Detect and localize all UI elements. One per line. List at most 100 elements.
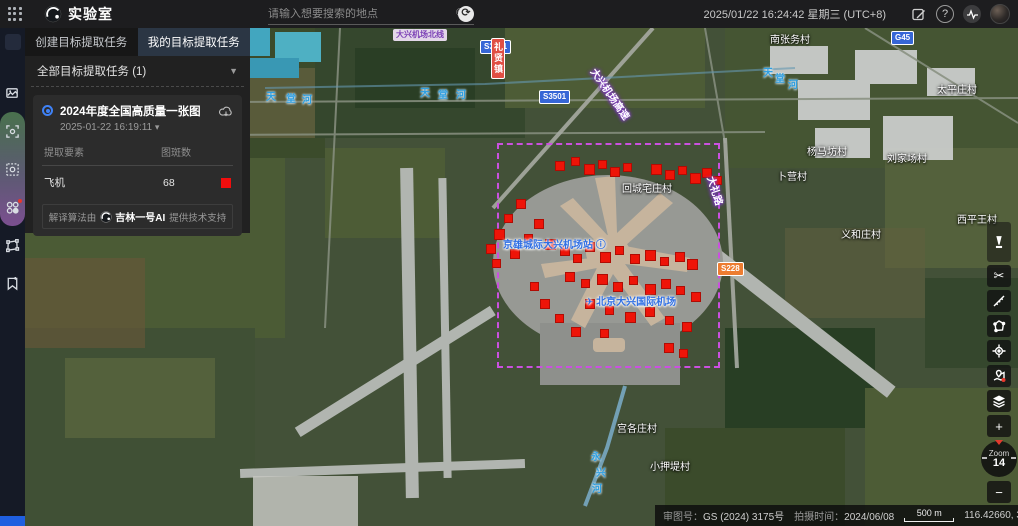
task-card[interactable]: 2024年度全国高质量一张图 2025-01-22 16:19:11 ▾ 提取要… [33,95,242,236]
form-edit-icon[interactable] [909,5,927,23]
select-area-icon[interactable] [0,150,25,188]
village-label: 南张务村 [770,31,810,46]
airplane-detection-box [646,251,655,260]
airplane-detection-box [661,258,668,265]
pulse-icon[interactable] [963,5,981,23]
river-label: 河 [456,86,466,101]
airplane-detection-box [691,174,700,183]
result-table: 提取要素 图斑数 飞机 68 [42,142,233,194]
cursor-coordinates: 116.42660, 39.53656 [964,510,1018,521]
map-scale-bar: 500 m [904,509,954,522]
village-label: 义和庄村 [841,226,881,241]
table-row-airplane[interactable]: 飞机 68 [42,166,233,194]
brand: 实验室 [44,4,113,24]
zoom-out-button[interactable]: − [987,481,1011,503]
col-count: 图斑数 [161,144,219,159]
airplane-detection-box [666,171,674,179]
top-bar: 实验室 🔍︎ ⟳ 2025/01/22 16:24:42 星期三 (UTC+8)… [0,0,1018,28]
airplane-detection-box [677,287,684,294]
village-label: 刘家场村 [887,150,927,165]
airplane-detection-box [517,200,525,208]
polygon-icon[interactable] [0,226,25,264]
algorithm-credit: 解译算法由 吉林一号AI 提供技术支持 [42,204,233,229]
airplane-detection-box [572,158,579,165]
help-icon[interactable]: ? [936,5,954,23]
airplane-detection-box [631,255,639,263]
airplane-detection-box [487,245,495,253]
panel-tabs: 创建目标提取任务 我的目标提取任务 [25,28,250,56]
bookmark-add-icon[interactable] [0,264,25,302]
village-label: 太平庄村 [937,81,977,96]
cloud-download-icon[interactable] [219,105,233,123]
rail-active-slot[interactable] [5,34,21,50]
feature-name: 飞机 [44,175,163,190]
chevron-down-icon: ▾ [155,122,160,132]
avatar[interactable] [990,4,1010,24]
airplane-detection-box [614,283,622,291]
airplane-detection-box [556,315,563,322]
refresh-icon[interactable]: ⟳ [458,6,474,22]
airplane-detection-box [692,293,700,301]
tab-my-tasks[interactable]: 我的目标提取任务 [138,28,251,56]
search-input[interactable] [268,8,451,20]
village-label: 卜营村 [777,168,807,183]
measure-line-icon[interactable] [987,290,1011,312]
rail-tool-group [0,112,25,226]
village-label: 回城宅庄村 [622,180,672,195]
scissors-icon[interactable]: ✂ [987,265,1011,287]
credit-prefix: 解译算法由 [49,210,97,224]
airplane-detection-box [606,307,613,314]
task-title: 2024年度全国高质量一张图 [60,103,212,119]
zoom-in-button[interactable]: + [987,415,1011,437]
draw-polygon-icon[interactable] [987,315,1011,337]
river-label: 堂 [286,90,296,105]
rail-footer-accent[interactable] [0,516,25,526]
airplane-detection-box [646,308,654,316]
airplane-detection-box [611,168,619,176]
apps-circles-icon[interactable] [0,188,25,226]
airplane-detection-box [599,161,606,168]
scan-target-icon[interactable] [0,112,25,150]
road-shield-badge: G45 [891,31,914,45]
layers-icon[interactable] [987,390,1011,412]
airplane-detection-box [662,280,670,288]
jilin-logo-icon [100,211,112,223]
task-filter-dropdown[interactable]: 全部目标提取任务 (1) ▼ [25,56,250,86]
poi-label: ✈ 北京大兴国际机场 [585,293,676,308]
class-color-swatch[interactable] [221,178,231,188]
col-feature: 提取要素 [44,144,161,159]
zoom-dial[interactable]: Zoom 14 [981,441,1017,477]
poi-label: 京雄城际大兴机场站 ⓘ [503,236,606,251]
imagery-icon[interactable] [0,74,25,112]
airplane-detection-box [601,330,608,337]
brand-logo-icon [44,5,62,23]
locate-icon[interactable] [987,340,1011,362]
airplane-detection-box [683,323,691,331]
license-label: 审图号： [663,512,703,523]
tab-create-task[interactable]: 创建目标提取任务 [25,28,138,56]
feature-count: 68 [163,177,221,189]
river-label: 兴 [596,464,606,479]
task-radio-selected[interactable] [42,105,53,116]
village-label: 杨马坊村 [807,143,847,158]
airplane-detection-box [493,260,500,267]
airplane-detection-box [598,275,607,284]
river-label: 河 [788,76,798,91]
airplane-detection-box [574,255,581,262]
village-label: 宫各庄村 [617,420,657,435]
village-label: 小押堤村 [650,458,690,473]
river-label: 天 [763,64,773,79]
airplane-detection-box [630,277,637,284]
airplane-detection-box [626,313,635,322]
divider [31,86,244,87]
road-shield-badge: S228 [717,262,744,276]
task-datetime[interactable]: 2025-01-22 16:19:11 ▾ [60,122,212,133]
apps-grid-icon[interactable] [8,7,22,21]
search-box: 🔍︎ [268,3,474,25]
map-toolbar: ✂ + Zoom 14 − [986,222,1012,503]
capture-label: 拍摄时间： [794,512,844,523]
river-label: 河 [592,480,602,495]
road-name-badge: 大兴机场北线 [393,29,447,41]
swipe-compare-icon[interactable] [987,222,1011,262]
map-pin-badge-icon[interactable] [987,365,1011,387]
